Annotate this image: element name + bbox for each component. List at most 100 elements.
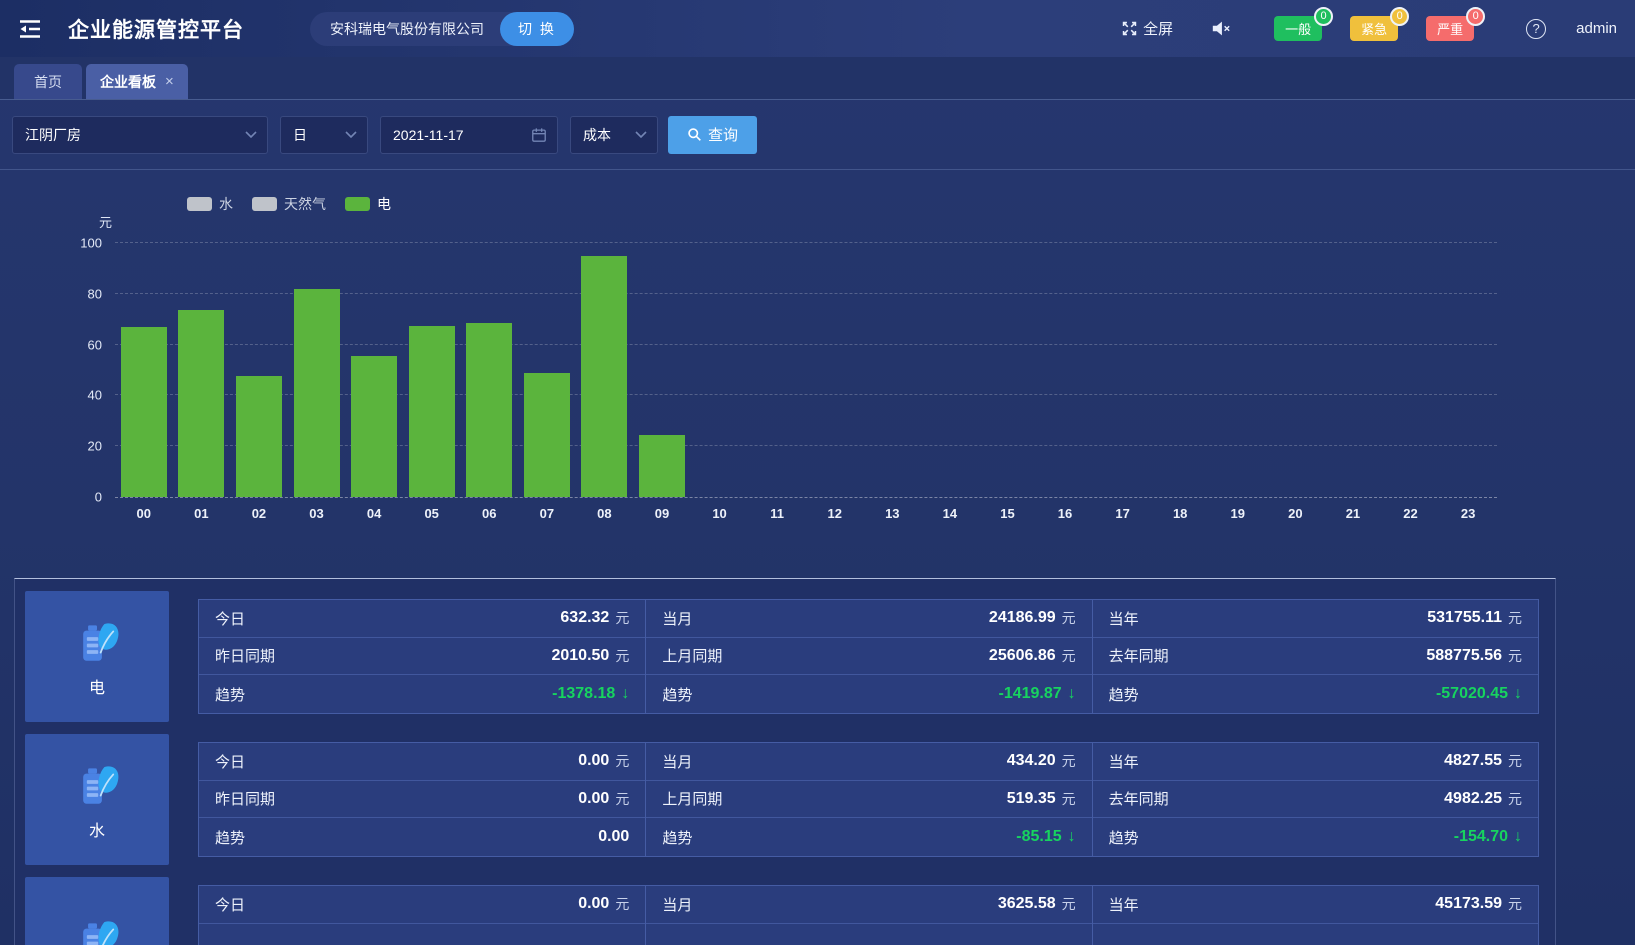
stats-row: 当年4827.55元 (1093, 743, 1538, 781)
site-select[interactable]: 江阴厂房 (12, 116, 268, 154)
stat-label: 当年 (1109, 894, 1139, 915)
stat-value-wrap: -57020.45↓ (1436, 685, 1522, 703)
stats-row: 当月434.20元 (646, 743, 1091, 781)
stat-value: 45173.59 (1435, 895, 1502, 913)
stats-row: 上月同期25606.86元 (646, 638, 1091, 676)
x-axis-tick: 19 (1231, 506, 1245, 521)
stat-unit: 元 (615, 789, 629, 809)
tab-1[interactable]: 首页 (14, 64, 82, 99)
alarm-button-2[interactable]: 紧急0 (1350, 16, 1398, 41)
arrow-down-icon: ↓ (1068, 685, 1076, 703)
energy-block-1: 电今日632.32元昨日同期2010.50元趋势-1378.18↓当月24186… (15, 591, 1555, 722)
stat-value: 2010.50 (551, 647, 609, 665)
header-left: 企业能源管控平台 安科瑞电气股份有限公司 切 换 (18, 12, 574, 46)
stats-row: 当月24186.99元 (646, 600, 1091, 638)
stat-unit: 元 (1508, 646, 1522, 666)
stat-value: -57020.45 (1436, 685, 1508, 703)
stat-value-wrap: 24186.99元 (989, 608, 1076, 628)
stats-row: 趋势-1419.87↓ (646, 675, 1091, 713)
alarm-count-badge: 0 (1390, 7, 1409, 26)
stats-row: 趋势0.00 (199, 818, 645, 856)
stat-unit: 元 (1062, 646, 1076, 666)
date-picker[interactable]: 2021-11-17 (380, 116, 558, 154)
stat-value-wrap: 2010.50元 (551, 646, 629, 666)
user-menu[interactable]: admin (1576, 20, 1617, 37)
stat-value: 632.32 (560, 609, 609, 627)
stat-unit: 元 (1062, 789, 1076, 809)
chart-slot-19: 19 (1209, 243, 1267, 497)
alarm-button-3[interactable]: 严重0 (1426, 16, 1474, 41)
legend-item-电[interactable]: 电 (345, 194, 391, 214)
legend-label: 水 (219, 194, 233, 214)
energy-card-label: 水 (89, 817, 105, 841)
energy-block-2: 水今日0.00元昨日同期0.00元趋势0.00当月434.20元上月同期519.… (15, 734, 1555, 865)
close-icon[interactable]: × (165, 73, 174, 90)
chart-slot-13: 13 (864, 243, 922, 497)
arrow-down-icon: ↓ (1068, 828, 1076, 846)
chart-slot-16: 16 (1036, 243, 1094, 497)
stat-label: 今日 (215, 751, 245, 772)
legend-item-水[interactable]: 水 (187, 194, 233, 214)
chevron-down-icon (245, 131, 257, 138)
chart-slot-10: 10 (691, 243, 749, 497)
y-axis-tick: 40 (60, 388, 102, 403)
chart-slot-04: 04 (345, 243, 403, 497)
legend-item-天然气[interactable]: 天然气 (252, 194, 326, 214)
stat-label: 昨日同期 (215, 788, 275, 809)
fullscreen-icon (1121, 20, 1138, 37)
bar-05 (409, 326, 455, 497)
stats-row: 今日0.00元 (199, 886, 645, 924)
period-select-value: 日 (293, 125, 307, 145)
switch-company-button[interactable]: 切 换 (500, 12, 574, 46)
tab-2[interactable]: 企业看板× (86, 64, 188, 99)
help-button[interactable]: ? (1526, 19, 1546, 39)
alarm-button-1[interactable]: 一般0 (1274, 16, 1322, 41)
stats-row: 上月同期519.35元 (646, 781, 1091, 819)
stat-value: 25606.86 (989, 647, 1056, 665)
menu-fold-icon[interactable] (18, 19, 42, 39)
stat-value-wrap: -85.15 ↓ (1016, 828, 1075, 846)
alarm-count-badge: 0 (1314, 7, 1333, 26)
fullscreen-button[interactable]: 全屏 (1121, 18, 1173, 39)
x-axis-tick: 07 (540, 506, 554, 521)
tab-label: 首页 (34, 72, 62, 92)
stats-row: 昨日同期2010.50元 (199, 638, 645, 676)
chart-slot-14: 14 (921, 243, 979, 497)
chart-slot-07: 07 (518, 243, 576, 497)
stat-value: 4827.55 (1444, 752, 1502, 770)
x-axis-tick: 12 (827, 506, 841, 521)
period-select[interactable]: 日 (280, 116, 368, 154)
mute-button[interactable] (1211, 20, 1236, 37)
alarm-label: 严重 (1437, 22, 1463, 37)
energy-block-3: 今日0.00元当月3625.58元当年45173.59元 (15, 877, 1555, 945)
x-axis-tick: 21 (1346, 506, 1360, 521)
x-axis-tick: 05 (424, 506, 438, 521)
stat-value: 519.35 (1007, 790, 1056, 808)
x-axis-tick: 20 (1288, 506, 1302, 521)
stat-value-wrap: 3625.58元 (998, 894, 1076, 914)
x-axis-tick: 09 (655, 506, 669, 521)
x-axis-tick: 17 (1115, 506, 1129, 521)
calendar-icon (531, 127, 547, 143)
chart-slot-22: 22 (1382, 243, 1440, 497)
enterprise-energy-dashboard: 企业能源管控平台 安科瑞电气股份有限公司 切 换 全屏 一般0紧急0严 (0, 0, 1635, 945)
stat-value-wrap: 45173.59元 (1435, 894, 1522, 914)
site-select-value: 江阴厂房 (25, 125, 81, 145)
stat-value: 24186.99 (989, 609, 1056, 627)
stat-value: -85.15 (1016, 828, 1061, 846)
stats-row: 今日632.32元 (199, 600, 645, 638)
alarm-label: 一般 (1285, 22, 1311, 37)
stat-value-wrap: 25606.86 元 (989, 646, 1076, 666)
query-button[interactable]: 查询 (668, 116, 757, 154)
chart-legend: 水天然气电 (187, 194, 410, 214)
y-axis-tick: 60 (60, 337, 102, 352)
metric-select[interactable]: 成本 (570, 116, 658, 154)
stat-value: -154.70 (1454, 828, 1508, 846)
chart-slot-01: 01 (173, 243, 231, 497)
stat-label: 当月 (662, 751, 692, 772)
battery-leaf-icon (71, 759, 123, 811)
stats-group-3: 当年531755.11元去年同期588775.56元趋势-57020.45↓ (1092, 600, 1538, 713)
stats-row: 趋势-57020.45↓ (1093, 675, 1538, 713)
chart-slot-08: 08 (576, 243, 634, 497)
cost-bar-chart: 水天然气电 元 02040608010000010203040506070809… (0, 170, 1635, 578)
